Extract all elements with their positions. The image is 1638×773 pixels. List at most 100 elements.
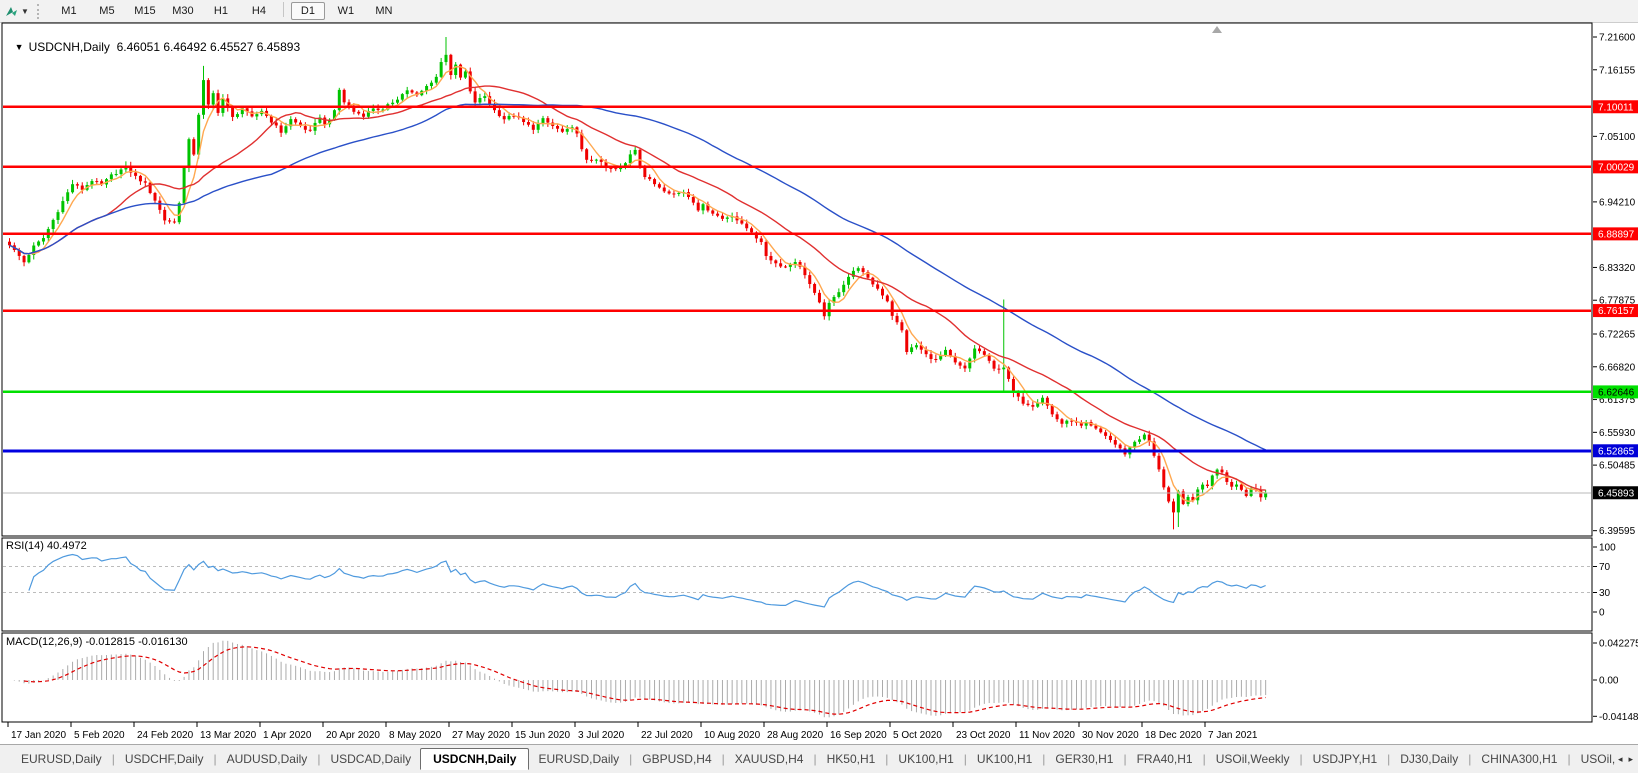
- toolbar-grip[interactable]: [36, 3, 43, 19]
- candle-body: [944, 349, 948, 356]
- candle-body: [1210, 475, 1214, 487]
- candle-body: [764, 242, 768, 257]
- candle-body: [633, 149, 637, 155]
- date-label: 5 Feb 2020: [74, 730, 125, 741]
- price-tick-label: 6.72265: [1599, 329, 1636, 340]
- chart-tab-uk100-h1[interactable]: UK100,H1: [968, 749, 1041, 769]
- candle-body: [725, 217, 729, 219]
- date-label: 23 Oct 2020: [956, 730, 1011, 741]
- candle-body: [784, 266, 787, 268]
- chart-tab-eurusd-daily[interactable]: EURUSD,Daily: [529, 749, 628, 769]
- price-badge-label: 6.88897: [1598, 229, 1635, 240]
- candle-body: [41, 238, 45, 242]
- timeframe-button-m5[interactable]: M5: [90, 2, 124, 20]
- price-tick-label: 7.16155: [1599, 65, 1636, 76]
- chart-tab-ger30-h1[interactable]: GER30,H1: [1046, 749, 1122, 769]
- chart-tab-usoil-weekly[interactable]: USOil,Weekly: [1207, 749, 1299, 769]
- tool-dropdown-caret-icon[interactable]: ▼: [21, 7, 29, 16]
- price-badge-label: 7.00029: [1598, 162, 1635, 173]
- candle-body: [560, 128, 564, 132]
- candle-body: [376, 108, 380, 111]
- candle-body: [51, 219, 55, 229]
- timeframe-button-h1[interactable]: H1: [204, 2, 238, 20]
- candle-body: [362, 113, 366, 117]
- chart-tab-usdcad-daily[interactable]: USDCAD,Daily: [321, 749, 420, 769]
- candle-body: [1235, 484, 1239, 487]
- chart-tab-usdchf-daily[interactable]: USDCHF,Daily: [116, 749, 213, 769]
- candle-body: [1239, 484, 1243, 490]
- date-label: 8 May 2020: [389, 730, 442, 741]
- chart-tab-fra40-h1[interactable]: FRA40,H1: [1128, 749, 1202, 769]
- candle-body: [439, 62, 443, 77]
- candle-body: [973, 348, 977, 359]
- chart-tab-gbpusd-h4[interactable]: GBPUSD,H4: [633, 749, 720, 769]
- date-label: 3 Jul 2020: [578, 730, 625, 741]
- timeframe-button-w1[interactable]: W1: [329, 2, 363, 20]
- candle-body: [1113, 440, 1117, 445]
- chart-tab-china300-h1[interactable]: CHINA300,H1: [1472, 749, 1566, 769]
- price-badge-label: 6.52865: [1598, 446, 1635, 457]
- candle-body: [22, 255, 26, 263]
- candle-body: [750, 228, 754, 233]
- candle-body: [294, 119, 298, 123]
- chart-tab-usdjpy-h1[interactable]: USDJPY,H1: [1304, 749, 1386, 769]
- candle-body: [905, 330, 909, 353]
- timeframe-button-m1[interactable]: M1: [52, 2, 86, 20]
- candle-body: [1021, 396, 1025, 404]
- chart-cursor-icon[interactable]: [2, 3, 20, 19]
- candle-body: [279, 125, 283, 133]
- chart-tab-bar: EURUSD,Daily | USDCHF,Daily | AUDUSD,Daily | U…: [0, 744, 1638, 773]
- candle-body: [255, 114, 259, 117]
- price-tick-label: 6.83320: [1599, 263, 1636, 274]
- timeframe-button-m15[interactable]: M15: [128, 2, 162, 20]
- timeframe-button-m30[interactable]: M30: [166, 2, 200, 20]
- candle-body: [808, 275, 812, 285]
- candle-body: [231, 107, 235, 117]
- chart-tab-dj30-daily[interactable]: DJ30,Daily: [1391, 749, 1467, 769]
- chart-tab-audusd-daily[interactable]: AUDUSD,Daily: [218, 749, 317, 769]
- chart-canvas[interactable]: 7.216007.161557.051006.942106.833206.778…: [0, 22, 1638, 744]
- candle-body: [114, 174, 118, 176]
- candle-body: [429, 82, 433, 87]
- candle-body: [56, 212, 60, 220]
- date-label: 18 Dec 2020: [1145, 730, 1202, 741]
- timeframe-button-mn[interactable]: MN: [367, 2, 401, 20]
- chart-tab-xauusd-h4[interactable]: XAUUSD,H4: [726, 749, 813, 769]
- candle-body: [1099, 428, 1103, 433]
- candle-body: [1142, 434, 1146, 440]
- date-label: 16 Sep 2020: [830, 730, 887, 741]
- timeframe-button-h4[interactable]: H4: [242, 2, 276, 20]
- candle-body: [745, 223, 749, 229]
- candle-body: [138, 175, 142, 182]
- rsi-panel: [1, 537, 1593, 632]
- candle-body: [371, 108, 375, 111]
- candle-body: [881, 288, 884, 296]
- price-tick-label: 6.66820: [1599, 362, 1636, 373]
- candle-body: [876, 284, 880, 289]
- price-badge-label: 7.10011: [1598, 102, 1634, 113]
- price-tick-label: 6.39595: [1599, 526, 1636, 537]
- candle-body: [235, 114, 239, 117]
- candle-body: [1138, 439, 1142, 442]
- tab-scroll-right-icon[interactable]: ▸: [1628, 754, 1633, 765]
- timeframe-button-d1[interactable]: D1: [290, 2, 325, 20]
- candle-body: [958, 362, 962, 366]
- tab-scroll-controls: ◂ ▸: [1614, 745, 1636, 773]
- candle-body: [1031, 405, 1035, 407]
- tab-scroll-left-icon[interactable]: ◂: [1618, 754, 1623, 765]
- candle-body: [1026, 403, 1030, 406]
- chart-tab-hk50-h1[interactable]: HK50,H1: [818, 749, 885, 769]
- chart-tab-eurusd-daily[interactable]: EURUSD,Daily: [12, 749, 111, 769]
- candle-body: [27, 255, 31, 263]
- candle-body: [691, 197, 695, 203]
- candle-body: [531, 124, 535, 130]
- chart-tab-uk100-h1[interactable]: UK100,H1: [889, 749, 962, 769]
- candle-body: [1016, 392, 1020, 397]
- date-label: 1 Apr 2020: [263, 730, 312, 741]
- chart-title-collapse-icon[interactable]: ▼: [15, 42, 24, 52]
- chart-tab-usdcnh-daily[interactable]: USDCNH,Daily: [420, 748, 530, 770]
- candle-body: [774, 260, 778, 264]
- candle-body: [978, 348, 981, 352]
- candle-body: [396, 99, 399, 103]
- macd-tick-label: -0.04148: [1599, 712, 1638, 723]
